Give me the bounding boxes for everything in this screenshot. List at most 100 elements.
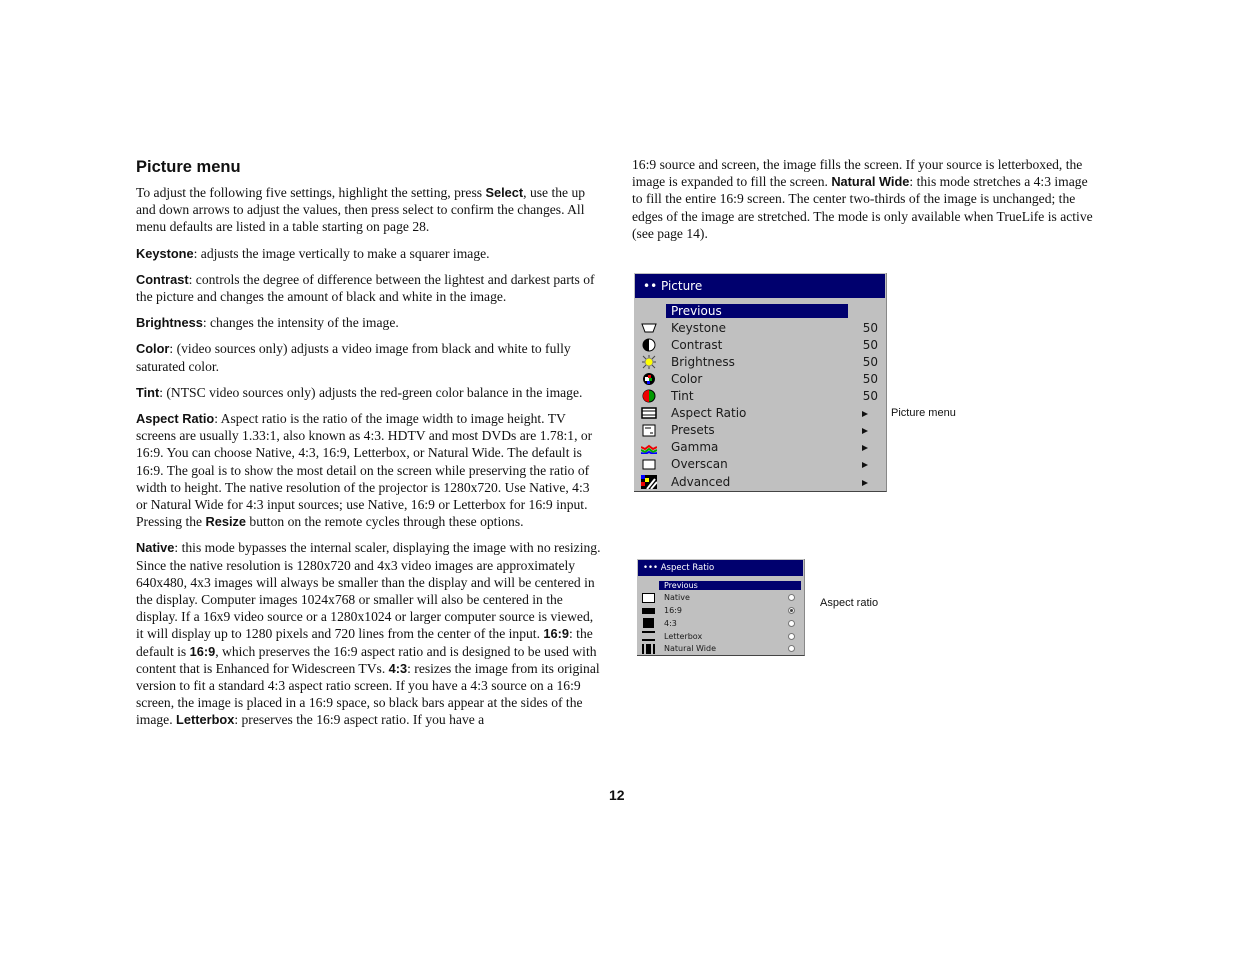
bold-term: 4:3	[388, 660, 408, 676]
picture-menu-item-contrast[interactable]: Contrast 50	[638, 336, 878, 353]
standard-icon	[641, 618, 655, 629]
bold-term: 16:9	[189, 643, 216, 659]
aspect-menu-title: ••• Aspect Ratio	[638, 560, 803, 576]
keystone-paragraph: Keystone: adjusts the image vertically t…	[136, 245, 604, 262]
picture-menu-title: •• Picture	[635, 274, 885, 298]
body-text: : adjusts the image vertically to make a…	[193, 245, 490, 261]
bold-term: Keystone	[136, 245, 194, 261]
picture-menu-item-aspect-ratio[interactable]: Aspect Ratio	[638, 405, 878, 422]
picture-menu-screenshot: •• Picture Previous Keystone 50 Contrast 50 B…	[634, 273, 887, 492]
contrast-icon	[638, 338, 660, 352]
widescreen-icon	[641, 606, 655, 616]
native-paragraph: Native: this mode bypasses the internal …	[136, 539, 604, 728]
color-icon	[638, 372, 660, 386]
radio-button[interactable]	[788, 645, 795, 653]
menu-item-label: Brightness	[671, 354, 735, 369]
aspect-option-16-9[interactable]: 16:9	[641, 604, 801, 617]
menu-item-label: Previous	[666, 303, 848, 318]
radio-button[interactable]	[788, 619, 795, 627]
aspect-option-native[interactable]: Native	[641, 592, 801, 605]
menu-item-label: Tint	[671, 389, 694, 403]
menu-item-value: 50	[862, 389, 878, 403]
radio-button[interactable]	[788, 594, 795, 602]
menu-item-label: Overscan	[671, 457, 728, 472]
bold-term: Aspect Ratio	[136, 411, 215, 427]
keystone-icon	[638, 321, 660, 335]
radio-button[interactable]	[788, 632, 795, 640]
natural-wide-icon	[641, 643, 655, 654]
presets-icon	[638, 423, 660, 437]
aspect-option-label: Native	[664, 593, 690, 603]
blank-icon	[641, 580, 655, 590]
color-paragraph: Color: (video sources only) adjusts a vi…	[136, 340, 604, 374]
bold-term: Color	[136, 341, 170, 357]
menu-item-label: Presets	[671, 423, 715, 438]
menu-item-label: Contrast	[671, 337, 723, 352]
picture-menu-item-previous[interactable]: Previous	[638, 302, 878, 319]
picture-menu-item-keystone[interactable]: Keystone 50	[638, 319, 878, 336]
aspect-ratio-menu-screenshot: ••• Aspect Ratio Previous Native 16:9 4:3 Le…	[637, 559, 805, 656]
aspect-option-natural-wide[interactable]: Natural Wide	[641, 643, 801, 656]
aspect-ratio-icon	[638, 406, 660, 420]
contrast-paragraph: Contrast: controls the degree of differe…	[136, 271, 604, 305]
menu-item-label: Advanced	[671, 474, 731, 489]
aspect-option-previous[interactable]: Previous	[641, 579, 801, 592]
bold-term: Letterbox	[176, 712, 235, 728]
body-text: To adjust the following five settings, h…	[136, 185, 486, 200]
submenu-arrow-icon	[848, 406, 878, 420]
aspect-option-label: 16:9	[664, 606, 682, 616]
body-text: : (video sources only) adjusts a video i…	[136, 341, 571, 374]
menu-item-label: Color	[671, 371, 703, 386]
picture-menu-item-gamma[interactable]: Gamma	[638, 439, 878, 456]
bold-term: Resize	[205, 514, 247, 530]
body-text: button on the remote cycles through thes…	[246, 514, 524, 530]
picture-menu-item-presets[interactable]: Presets	[638, 422, 878, 439]
menu-item-value: 50	[862, 337, 878, 352]
intro-paragraph: To adjust the following five settings, h…	[136, 184, 604, 236]
submenu-arrow-icon	[848, 423, 878, 437]
picture-menu-item-advanced[interactable]: Advanced	[638, 473, 878, 490]
picture-menu-item-tint[interactable]: Tint 50	[638, 388, 878, 405]
body-text: : controls the degree of difference betw…	[136, 271, 595, 305]
left-column: Picture menu To adjust the following fiv…	[136, 156, 604, 738]
bold-term: 16:9	[543, 626, 569, 642]
native-icon	[641, 592, 655, 603]
body-text: : (NTSC video sources only) adjusts the …	[159, 384, 583, 400]
body-text: : this mode bypasses the internal scaler…	[136, 540, 601, 642]
menu-item-label: Gamma	[671, 440, 719, 455]
aspect-option-label: Previous	[659, 580, 801, 590]
submenu-arrow-icon	[848, 475, 878, 489]
aspect-option-label: Natural Wide	[664, 644, 717, 654]
brightness-paragraph: Brightness: changes the intensity of the…	[136, 314, 604, 331]
picture-menu-caption: Picture menu	[891, 407, 956, 419]
page-number: 12	[609, 787, 625, 803]
bold-term: Natural Wide	[831, 174, 910, 190]
submenu-arrow-icon	[848, 457, 878, 471]
body-text: : Aspect ratio is the ratio of the image…	[136, 411, 593, 530]
blank-icon	[638, 304, 660, 318]
bold-term: Native	[136, 540, 175, 556]
bold-term: Brightness	[136, 315, 203, 331]
picture-menu-item-overscan[interactable]: Overscan	[638, 456, 878, 473]
bold-term: Contrast	[136, 271, 189, 287]
bold-term: Select	[485, 185, 524, 200]
aspect-option-label: 4:3	[664, 618, 677, 628]
section-title: Picture menu	[136, 158, 241, 176]
gamma-icon	[638, 440, 660, 454]
aspect-option-label: Letterbox	[664, 631, 703, 641]
picture-menu-item-brightness[interactable]: Brightness 50	[638, 353, 878, 370]
menu-item-value: 50	[862, 354, 878, 369]
body-text: : changes the intensity of the image.	[202, 315, 399, 331]
aspect-ratio-caption: Aspect ratio	[820, 597, 879, 609]
aspect-option-4-3[interactable]: 4:3	[641, 617, 801, 630]
picture-menu-item-color[interactable]: Color 50	[638, 370, 878, 387]
radio-button[interactable]	[788, 607, 795, 615]
aspect-option-letterbox[interactable]: Letterbox	[641, 630, 801, 643]
aspect-ratio-paragraph: Aspect Ratio: Aspect ratio is the ratio …	[136, 410, 604, 530]
bold-term: Tint	[136, 384, 160, 400]
body-text: : preserves the 16:9 aspect ratio. If yo…	[234, 712, 485, 728]
menu-item-label: Keystone	[671, 320, 727, 335]
continued-paragraph: 16:9 source and screen, the image fills …	[632, 156, 1094, 242]
menu-item-label: Aspect Ratio	[671, 406, 747, 421]
menu-item-value: 50	[862, 320, 878, 335]
